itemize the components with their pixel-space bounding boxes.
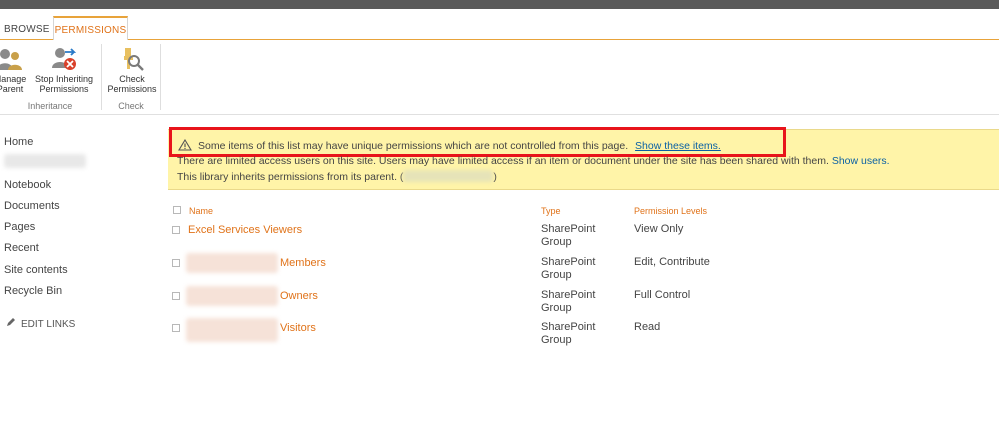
permission-level: Read bbox=[634, 321, 661, 333]
stop-inheriting-icon bbox=[52, 48, 77, 70]
group-name-link[interactable]: Excel Services Viewers bbox=[188, 224, 302, 236]
ribbon-group-divider bbox=[160, 44, 161, 110]
inherit-close: ) bbox=[493, 171, 497, 183]
type-line-2: Group bbox=[541, 269, 572, 281]
pencil-icon bbox=[7, 318, 15, 326]
group-type: SharePoint Group bbox=[541, 321, 611, 347]
group-type: SharePoint Group bbox=[541, 256, 611, 282]
stop-inheriting-label-1: Stop Inheriting bbox=[34, 74, 94, 84]
type-line-1: SharePoint bbox=[541, 223, 596, 235]
stop-inheriting-label-2: Permissions bbox=[39, 84, 89, 94]
check-permissions-icon bbox=[124, 48, 144, 71]
check-permissions-label-2: Permissions bbox=[107, 84, 157, 94]
type-line-2: Group bbox=[541, 334, 572, 346]
show-users-link[interactable]: Show users. bbox=[832, 155, 890, 167]
column-header-name[interactable]: Name bbox=[189, 206, 213, 216]
type-line-2: Group bbox=[541, 302, 572, 314]
check-permissions-label-1: Check bbox=[119, 74, 145, 84]
redacted-group-prefix bbox=[186, 318, 278, 342]
show-these-items-link[interactable]: Show these items. bbox=[635, 140, 721, 152]
edit-links-label: EDIT LINKS bbox=[21, 319, 76, 330]
nav-item-documents[interactable]: Documents bbox=[4, 200, 60, 212]
manage-parent-icon bbox=[0, 49, 22, 70]
nav-item-recycle-bin[interactable]: Recycle Bin bbox=[4, 285, 62, 297]
edit-links-button[interactable]: EDIT LINKS bbox=[6, 317, 75, 330]
limited-access-message: There are limited access users on this s… bbox=[177, 155, 890, 167]
column-header-permission-levels[interactable]: Permission Levels bbox=[634, 206, 707, 216]
unique-permissions-text: Some items of this list may have unique … bbox=[198, 140, 629, 152]
row-checkbox[interactable] bbox=[172, 226, 180, 234]
redacted-group-prefix bbox=[186, 286, 278, 306]
type-line-1: SharePoint bbox=[541, 256, 596, 268]
permission-level: View Only bbox=[634, 223, 684, 235]
row-checkbox[interactable] bbox=[172, 259, 180, 267]
type-line-1: SharePoint bbox=[541, 289, 596, 301]
tab-permissions[interactable]: PERMISSIONS bbox=[53, 16, 128, 41]
type-line-1: SharePoint bbox=[541, 321, 596, 333]
inherit-text: This library inherits permissions from i… bbox=[177, 171, 404, 183]
group-label-inheritance: Inheritance bbox=[27, 101, 73, 111]
manage-parent-button[interactable]: Manage Parent bbox=[0, 46, 28, 94]
nav-item-recent[interactable]: Recent bbox=[4, 242, 39, 254]
manage-parent-label-1: Manage bbox=[0, 74, 27, 84]
redacted-nav-item bbox=[4, 154, 86, 168]
group-name-link[interactable]: Visitors bbox=[280, 322, 316, 334]
tab-browse[interactable]: BROWSE bbox=[4, 16, 49, 40]
group-name-link[interactable]: Owners bbox=[280, 290, 318, 302]
stop-inheriting-button[interactable]: Stop Inheriting Permissions bbox=[30, 46, 98, 94]
ribbon: Manage Parent Stop Inheriting Permission… bbox=[0, 40, 999, 115]
inherit-message: This library inherits permissions from i… bbox=[177, 170, 497, 183]
warning-icon bbox=[178, 139, 192, 151]
nav-item-notebook[interactable]: Notebook bbox=[4, 179, 51, 191]
nav-item-site-contents[interactable]: Site contents bbox=[4, 264, 68, 276]
column-header-type[interactable]: Type bbox=[541, 206, 561, 216]
group-name-link[interactable]: Members bbox=[280, 257, 326, 269]
nav-item-home[interactable]: Home bbox=[4, 136, 33, 148]
row-checkbox[interactable] bbox=[172, 292, 180, 300]
row-checkbox[interactable] bbox=[172, 324, 180, 332]
group-type: SharePoint Group bbox=[541, 223, 611, 249]
manage-parent-label-2: Parent bbox=[0, 84, 24, 94]
permission-level: Full Control bbox=[634, 289, 691, 301]
nav-item-pages[interactable]: Pages bbox=[4, 221, 35, 233]
select-all-checkbox[interactable] bbox=[173, 206, 181, 214]
ribbon-tab-row: BROWSE PERMISSIONS bbox=[0, 9, 999, 41]
check-permissions-button[interactable]: Check Permissions bbox=[104, 46, 160, 94]
unique-permissions-message: Some items of this list may have unique … bbox=[178, 139, 721, 152]
redacted-parent-name bbox=[403, 170, 494, 182]
redacted-group-prefix bbox=[186, 253, 278, 273]
group-type: SharePoint Group bbox=[541, 289, 611, 315]
type-line-2: Group bbox=[541, 236, 572, 248]
group-label-check: Check bbox=[118, 101, 144, 111]
permission-level: Edit, Contribute bbox=[634, 256, 710, 268]
limited-access-text: There are limited access users on this s… bbox=[177, 155, 829, 167]
top-bar bbox=[0, 0, 999, 9]
